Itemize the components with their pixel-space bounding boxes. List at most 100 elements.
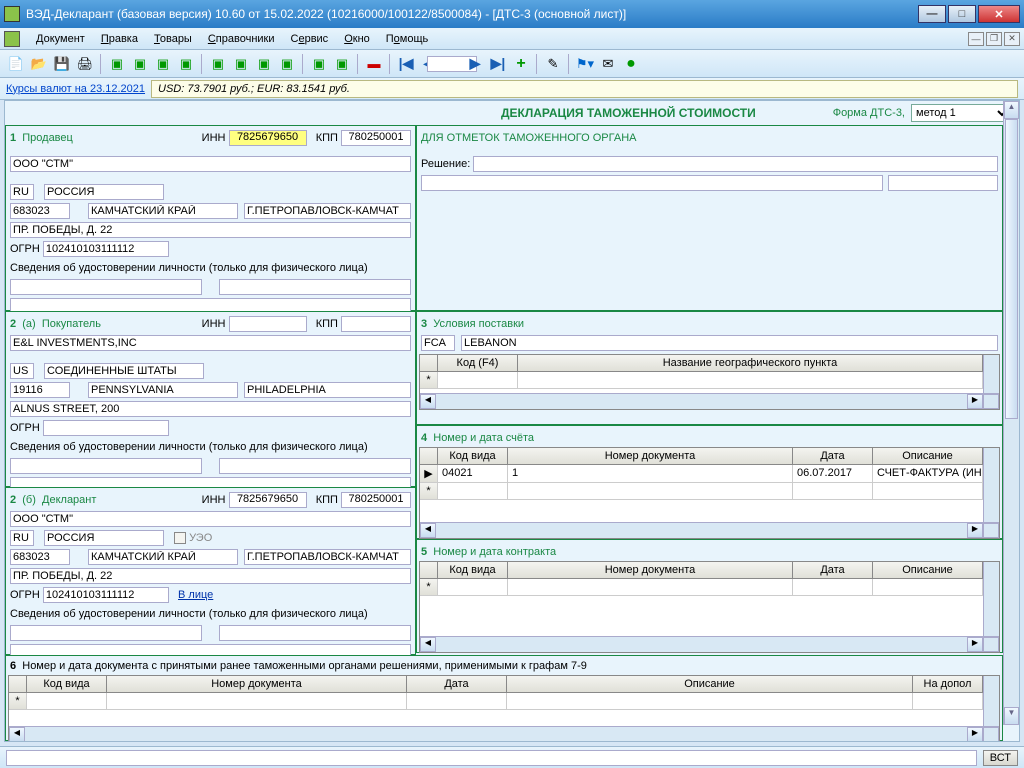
vlitse-link[interactable]: В лице xyxy=(178,589,213,601)
tb-dot[interactable]: ● xyxy=(621,54,641,74)
declarant-inn[interactable]: 7825679650 xyxy=(229,492,307,508)
delivery-grid[interactable]: Код (F4)Название географического пункта … xyxy=(419,354,1000,410)
grid-vscroll[interactable] xyxy=(983,676,999,726)
buyer-ogrn[interactable] xyxy=(43,420,169,436)
grid-vscroll[interactable] xyxy=(983,562,999,636)
seller-cc[interactable] xyxy=(10,184,34,200)
window-title: ВЭД-Декларант (базовая версия) 10.60 от … xyxy=(26,7,918,21)
declarant-id1[interactable] xyxy=(10,625,202,641)
section6-grid[interactable]: Код видаНомер документаДатаОписаниеНа до… xyxy=(8,675,1000,742)
grid-hscroll[interactable]: ◀▶ xyxy=(420,393,999,409)
seller-id2[interactable] xyxy=(219,279,411,295)
buyer-id1[interactable] xyxy=(10,458,202,474)
rate-link[interactable]: Курсы валют на 23.12.2021 xyxy=(6,83,145,95)
menu-goods[interactable]: Товары xyxy=(146,31,200,47)
tb-g7[interactable]: ▣ xyxy=(254,54,274,74)
buyer-city[interactable] xyxy=(244,382,411,398)
declarant-kpp[interactable]: 780250001 xyxy=(341,492,411,508)
invoice-grid[interactable]: Код видаНомер документаДатаОписание ▶040… xyxy=(419,447,1000,539)
seller-id1[interactable] xyxy=(10,279,202,295)
menu-window[interactable]: Окно xyxy=(336,31,378,47)
tb-print[interactable]: 🖨 xyxy=(75,54,95,74)
panel-contract: 5 Номер и дата контракта Код видаНомер д… xyxy=(416,539,1003,653)
tb-next[interactable]: ▶ xyxy=(465,54,485,74)
tb-last[interactable]: ▶| xyxy=(488,54,508,74)
tb-open[interactable]: 📂 xyxy=(29,54,49,74)
buyer-addr[interactable] xyxy=(10,401,411,417)
grid-hscroll[interactable]: ◀▶ xyxy=(420,522,999,538)
tb-g9[interactable]: ▣ xyxy=(309,54,329,74)
grid-hscroll[interactable]: ◀▶ xyxy=(420,636,999,652)
seller-zip[interactable] xyxy=(10,203,70,219)
declarant-addr[interactable] xyxy=(10,568,411,584)
grid-vscroll[interactable] xyxy=(983,355,999,393)
tb-g6[interactable]: ▣ xyxy=(231,54,251,74)
decision-field[interactable] xyxy=(473,156,998,172)
marks-f2[interactable] xyxy=(888,175,998,191)
declarant-region[interactable] xyxy=(88,549,238,565)
buyer-zip[interactable] xyxy=(10,382,70,398)
main-vscroll[interactable] xyxy=(1003,101,1019,725)
declarant-id2[interactable] xyxy=(219,625,411,641)
form-label: Форма ДТС-3, xyxy=(833,107,905,119)
buyer-region[interactable] xyxy=(88,382,238,398)
grid-hscroll[interactable]: ◀▶ xyxy=(9,726,999,742)
grid-vscroll[interactable] xyxy=(983,448,999,522)
mdi-close[interactable]: ✕ xyxy=(1004,32,1020,46)
seller-name[interactable] xyxy=(10,156,411,172)
method-select[interactable]: метод 1 xyxy=(911,104,1011,122)
declarant-zip[interactable] xyxy=(10,549,70,565)
seller-ogrn[interactable] xyxy=(43,241,169,257)
seller-addr[interactable] xyxy=(10,222,411,238)
tb-g2[interactable]: ▣ xyxy=(130,54,150,74)
tb-del[interactable]: ▬ xyxy=(364,54,384,74)
tb-add[interactable]: + xyxy=(511,54,531,74)
buyer-kpp[interactable] xyxy=(341,316,411,332)
menu-edit[interactable]: Правка xyxy=(93,31,146,47)
close-button[interactable]: ✕ xyxy=(978,5,1020,23)
panel-delivery: 3 Условия поставки Код (F4)Название геог… xyxy=(416,311,1003,425)
tb-g1[interactable]: ▣ xyxy=(107,54,127,74)
tb-g4[interactable]: ▣ xyxy=(176,54,196,74)
contract-grid[interactable]: Код видаНомер документаДатаОписание * ◀▶ xyxy=(419,561,1000,653)
mdi-minimize[interactable]: — xyxy=(968,32,984,46)
buyer-name[interactable] xyxy=(10,335,411,351)
ueo-checkbox[interactable] xyxy=(174,532,186,544)
menu-help[interactable]: Помощь xyxy=(378,31,437,47)
buyer-country[interactable] xyxy=(44,363,204,379)
seller-kpp[interactable]: 780250001 xyxy=(341,130,411,146)
declarant-cc[interactable] xyxy=(10,530,34,546)
tb-g3[interactable]: ▣ xyxy=(153,54,173,74)
tb-page[interactable] xyxy=(442,54,462,74)
tb-g8[interactable]: ▣ xyxy=(277,54,297,74)
tb-flag[interactable]: ⚑▾ xyxy=(575,54,595,74)
declarant-city[interactable] xyxy=(244,549,411,565)
tb-edit[interactable]: ✎ xyxy=(543,54,563,74)
declarant-name[interactable] xyxy=(10,511,411,527)
tb-first[interactable]: |◀ xyxy=(396,54,416,74)
mdi-restore[interactable]: ❐ xyxy=(986,32,1002,46)
minimize-button[interactable]: — xyxy=(918,5,946,23)
delivery-term[interactable] xyxy=(421,335,455,351)
declaration-title: ДЕКЛАРАЦИЯ ТАМОЖЕННОЙ СТОИМОСТИ xyxy=(424,106,833,120)
menu-service[interactable]: Сервис xyxy=(283,31,337,47)
menu-document[interactable]: Документ xyxy=(28,31,93,47)
marks-f1[interactable] xyxy=(421,175,883,191)
declarant-ogrn[interactable] xyxy=(43,587,169,603)
maximize-button[interactable]: □ xyxy=(948,5,976,23)
tb-new[interactable]: 📄 xyxy=(6,54,26,74)
buyer-cc[interactable] xyxy=(10,363,34,379)
declarant-country[interactable] xyxy=(44,530,164,546)
seller-region[interactable] xyxy=(88,203,238,219)
buyer-inn[interactable] xyxy=(229,316,307,332)
tb-save[interactable]: 💾 xyxy=(52,54,72,74)
seller-country[interactable] xyxy=(44,184,164,200)
tb-g10[interactable]: ▣ xyxy=(332,54,352,74)
tb-g5[interactable]: ▣ xyxy=(208,54,228,74)
buyer-id2[interactable] xyxy=(219,458,411,474)
seller-inn[interactable]: 7825679650 xyxy=(229,130,307,146)
menu-refs[interactable]: Справочники xyxy=(200,31,283,47)
delivery-place[interactable] xyxy=(461,335,998,351)
seller-city[interactable] xyxy=(244,203,411,219)
tb-mail[interactable]: ✉ xyxy=(598,54,618,74)
